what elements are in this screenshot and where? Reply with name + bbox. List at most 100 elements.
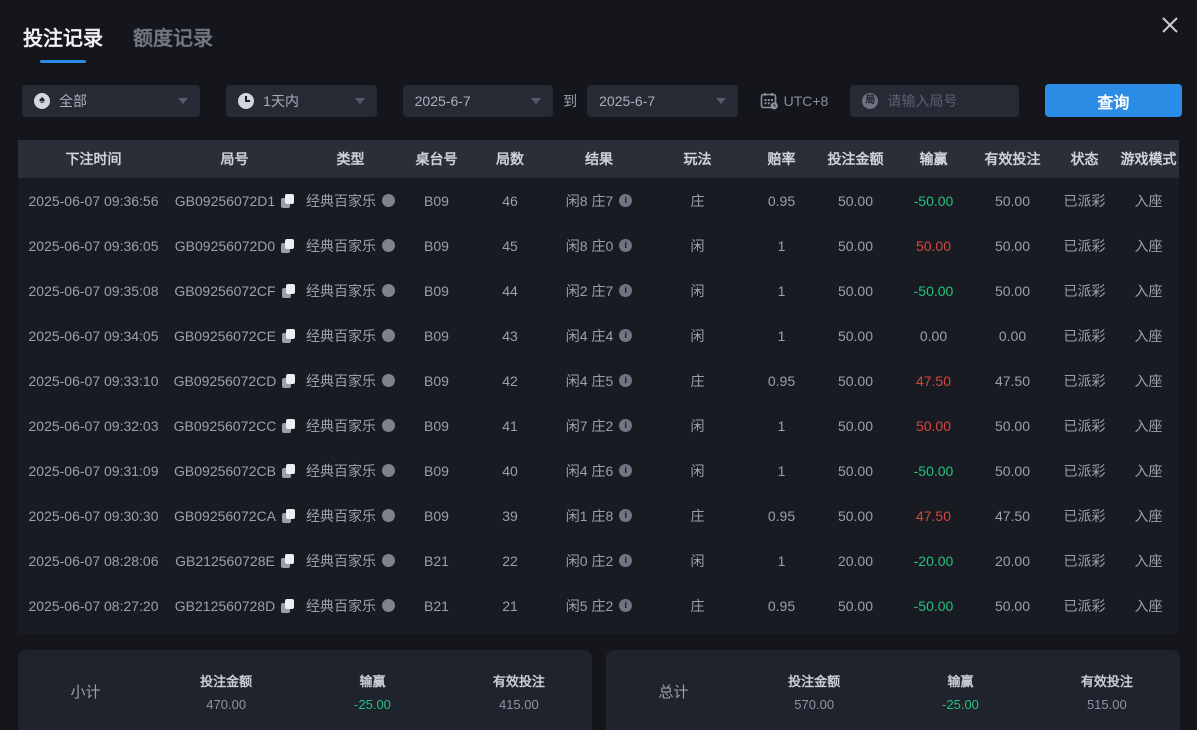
cell-status-text: 已派彩	[1063, 507, 1106, 524]
cell-mode: 入座	[1118, 326, 1179, 346]
cell-valid_bet-text: 50.00	[994, 597, 1031, 614]
cell-valid_bet: 47.50	[974, 508, 1051, 524]
cell-valid_bet-text: 50.00	[994, 237, 1031, 254]
cell-type-text: 经典百家乐	[306, 507, 376, 524]
cell-odds: 1	[745, 553, 818, 569]
info-icon[interactable]: i	[619, 464, 633, 477]
cell-result-text: 闲8 庄0	[565, 237, 614, 254]
info-icon[interactable]: i	[619, 509, 633, 522]
game-badge-icon	[382, 509, 395, 522]
cell-status-text: 已派彩	[1063, 597, 1106, 614]
cell-table_no: B21	[401, 598, 472, 614]
table-row: 2025-06-07 09:34:05 GB09256072CE 经典百家乐 B09 4…	[18, 313, 1179, 358]
cell-mode: 入座	[1118, 506, 1179, 526]
cell-odds-text: 1	[777, 462, 786, 479]
cell-time: 2025-06-07 09:35:08	[18, 283, 169, 299]
cell-odds-text: 1	[777, 417, 786, 434]
tab-quota-records[interactable]: 额度记录	[133, 22, 213, 63]
copy-icon[interactable]	[280, 553, 294, 568]
copy-icon[interactable]	[281, 193, 295, 208]
cell-bet_amount-text: 50.00	[837, 372, 874, 389]
copy-icon[interactable]	[281, 238, 295, 253]
calendar-clock-icon	[760, 92, 778, 109]
cell-valid_bet: 50.00	[974, 598, 1051, 614]
cell-round_no: 46	[472, 193, 548, 209]
column-header-0: 下注时间	[65, 151, 122, 167]
cell-play: 闲	[650, 236, 745, 256]
clock-icon	[238, 92, 255, 109]
cell-win_loss: 50.00	[893, 418, 974, 434]
cell-round_no-text: 41	[502, 417, 518, 434]
cell-win_loss: -50.00	[893, 193, 974, 209]
cell-bet_amount-text: 50.00	[837, 462, 874, 479]
subtotal-win-loss-label: 输赢	[359, 673, 386, 689]
cell-round_no-text: 39	[502, 507, 518, 524]
game-badge-icon	[382, 419, 395, 432]
cell-play-text: 闲	[690, 552, 705, 569]
table-row: 2025-06-07 09:33:10 GB09256072CD 经典百家乐 B09 4…	[18, 358, 1179, 403]
cell-round_no-text: 43	[502, 327, 518, 344]
cell-round_no-text: 21	[502, 597, 518, 614]
date-from-picker[interactable]: 2025-6-7	[402, 84, 554, 117]
info-icon[interactable]: i	[619, 419, 633, 432]
cell-mode-text: 入座	[1134, 282, 1163, 299]
cell-bet_amount-text: 20.00	[837, 552, 874, 569]
table-row: 2025-06-07 08:27:20 GB212560728D 经典百家乐 B21 2…	[18, 583, 1179, 628]
cell-type-text: 经典百家乐	[306, 372, 376, 389]
cell-type-text: 经典百家乐	[306, 192, 376, 209]
cell-valid_bet: 20.00	[974, 553, 1051, 569]
close-button[interactable]	[1157, 12, 1183, 38]
total-win-loss: 输赢 -25.00	[887, 671, 1033, 712]
total-label: 总计	[658, 683, 689, 701]
copy-icon[interactable]	[281, 328, 295, 343]
search-button[interactable]: 查询	[1044, 84, 1182, 117]
cell-type-text: 经典百家乐	[306, 237, 376, 254]
cell-table_no-text: B09	[424, 507, 449, 524]
cell-win_loss: 47.50	[893, 508, 974, 524]
info-icon[interactable]: i	[619, 374, 633, 387]
total-valid-bet: 有效投注 515.00	[1034, 671, 1180, 712]
info-icon[interactable]: i	[619, 554, 633, 567]
info-icon[interactable]: i	[619, 239, 633, 252]
tab-betting-records-label: 投注记录	[23, 28, 103, 50]
cell-result: 闲1 庄8 i	[548, 506, 650, 526]
time-range-select[interactable]: 1天内	[226, 84, 377, 117]
info-icon[interactable]: i	[619, 599, 633, 612]
cell-result-text: 闲4 庄5	[565, 372, 614, 389]
cell-result: 闲5 庄2 i	[548, 596, 650, 616]
round-number-icon: 局	[862, 92, 879, 109]
info-icon[interactable]: i	[619, 329, 633, 342]
game-badge-icon	[382, 194, 395, 207]
copy-icon[interactable]	[281, 508, 295, 523]
cell-table_no: B09	[401, 238, 472, 254]
info-icon[interactable]: i	[619, 194, 633, 207]
cell-win_loss-text: -50.00	[913, 597, 954, 614]
cell-play-text: 庄	[690, 597, 705, 614]
cell-bet_amount: 50.00	[818, 193, 893, 209]
game-type-select[interactable]: ♠ 全部	[22, 84, 201, 117]
cell-status: 已派彩	[1051, 596, 1118, 616]
date-from-value: 2025-6-7	[414, 92, 471, 109]
cell-win_loss: -50.00	[893, 283, 974, 299]
round-search-input[interactable]	[887, 92, 1007, 109]
tab-betting-records[interactable]: 投注记录	[23, 22, 103, 63]
cell-table_no: B09	[401, 193, 472, 209]
info-icon[interactable]: i	[619, 284, 633, 297]
date-to-picker[interactable]: 2025-6-7	[587, 84, 738, 117]
cell-bet_amount-text: 50.00	[837, 507, 874, 524]
cell-odds-text: 1	[777, 327, 786, 344]
cell-round_no: 43	[472, 328, 548, 344]
copy-icon[interactable]	[282, 373, 296, 388]
column-header-12: 游戏模式	[1120, 151, 1177, 167]
cell-bet_amount-text: 50.00	[837, 327, 874, 344]
cell-time: 2025-06-07 09:34:05	[18, 328, 169, 344]
cell-round_id: GB09256072CD	[169, 373, 300, 389]
copy-icon[interactable]	[282, 418, 296, 433]
copy-icon[interactable]	[281, 463, 295, 478]
round-search-box[interactable]: 局	[850, 84, 1019, 117]
cell-time: 2025-06-07 09:33:10	[18, 373, 169, 389]
cell-win_loss-text: -20.00	[913, 552, 954, 569]
cell-time: 2025-06-07 08:28:06	[18, 553, 169, 569]
copy-icon[interactable]	[281, 598, 295, 613]
copy-icon[interactable]	[281, 283, 295, 298]
